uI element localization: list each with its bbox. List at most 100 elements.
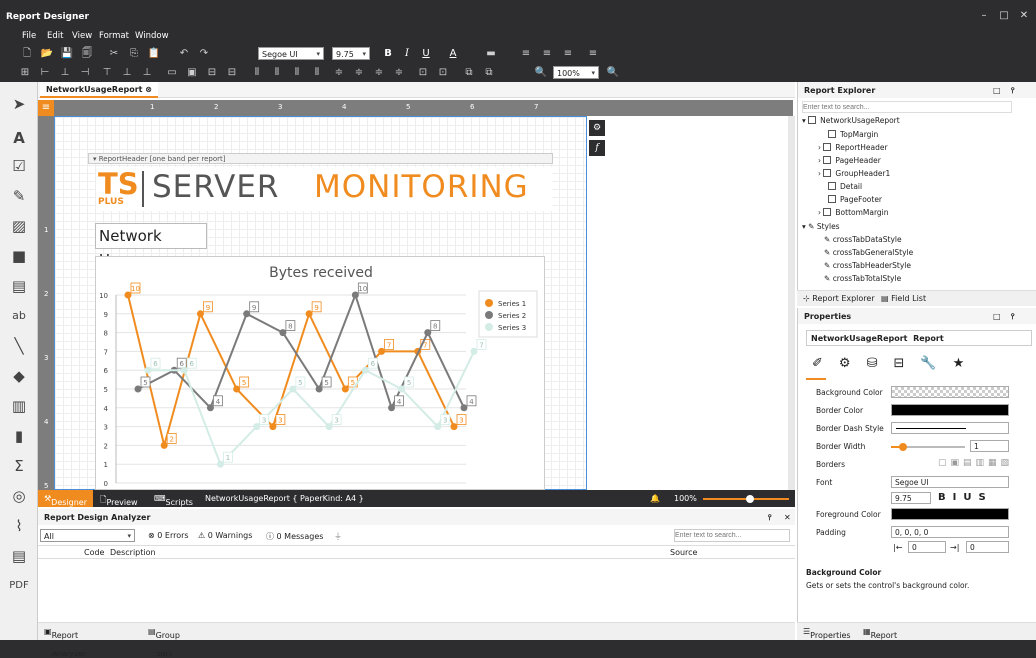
border-width-value[interactable]: 1: [970, 440, 1009, 452]
align-lefts-icon[interactable]: ⊢: [38, 66, 52, 79]
align-center-icon[interactable]: ≡: [540, 47, 554, 60]
favorites-icon[interactable]: ★: [953, 356, 981, 371]
foreground-color-value[interactable]: [891, 508, 1009, 520]
font-combo[interactable]: Segoe UI ▾: [258, 47, 324, 60]
ruler-menu-icon[interactable]: ≡: [38, 100, 54, 116]
zoom-slider-thumb[interactable]: [746, 495, 754, 503]
vert-spacing-dec-icon[interactable]: ≑: [372, 66, 386, 79]
font-size-combo[interactable]: 9.75 ▾: [332, 47, 370, 60]
minimize-button[interactable]: –: [974, 10, 994, 24]
band-header[interactable]: ▾ ReportHeader [one band per report]: [88, 153, 553, 164]
bell-icon[interactable]: 🔔: [650, 494, 660, 503]
underline-button[interactable]: U: [419, 47, 433, 60]
tab-networkusagereport[interactable]: NetworkUsageReport ⊗: [40, 82, 158, 98]
function-icon[interactable]: f: [589, 140, 605, 156]
cut-icon[interactable]: ✂: [107, 47, 121, 60]
save-all-icon[interactable]: 🗐: [80, 47, 94, 60]
align-rights-icon[interactable]: ⊣: [78, 66, 92, 79]
size-to-grid-icon[interactable]: ▭: [165, 66, 179, 79]
picture-box-icon[interactable]: ▨: [9, 216, 29, 236]
bring-front-icon[interactable]: ⧉: [462, 66, 476, 79]
tab-analyzer[interactable]: ▣ Report Design Analyzer: [44, 627, 86, 658]
pin-icon[interactable]: ⫯: [1011, 86, 1014, 96]
gauge-icon[interactable]: ◎: [9, 486, 29, 506]
vertical-scrollbar[interactable]: [788, 116, 795, 490]
italic-button[interactable]: I: [400, 47, 414, 60]
justify-icon[interactable]: ≡: [586, 47, 600, 60]
data-icon[interactable]: ⛁: [867, 356, 894, 371]
tree-style-item[interactable]: ✎ crossTabDataStyle: [824, 235, 902, 244]
close-button[interactable]: ✕: [1014, 10, 1034, 24]
panel-icon[interactable]: ■: [9, 246, 29, 266]
center-horiz-icon[interactable]: ⊡: [416, 66, 430, 79]
save-icon[interactable]: 💾: [60, 47, 74, 60]
logo[interactable]: TS PLUS SERVER MONITORING: [96, 167, 552, 211]
align-right-icon[interactable]: ≡: [561, 47, 575, 60]
chart-control[interactable]: Bytes received 10 9 8 7 6 5 4 3 2 1 0 10 2 9 5 3 9 5 7 7 3 5 6…: [95, 256, 545, 490]
pin-icon[interactable]: ⫯: [1011, 312, 1014, 322]
new-icon[interactable]: 🗋: [20, 47, 34, 60]
horiz-spacing-remove-icon[interactable]: ⫴: [310, 66, 324, 79]
zoom-out-icon[interactable]: 🔍: [534, 66, 548, 79]
tree-style-item[interactable]: ✎ crossTabGeneralStyle: [824, 248, 913, 257]
col-code[interactable]: Code: [84, 548, 104, 557]
tree-item[interactable]: PageFooter: [828, 195, 882, 204]
summary-icon[interactable]: Σ: [9, 456, 29, 476]
tab-field-list[interactable]: ▤ Field List: [881, 294, 926, 303]
border-width-slider[interactable]: [891, 443, 965, 451]
col-source[interactable]: Source: [670, 548, 697, 557]
open-icon[interactable]: 📂: [40, 47, 54, 60]
subreport-icon[interactable]: ▤: [9, 546, 29, 566]
align-tops-icon[interactable]: ⊤: [100, 66, 114, 79]
copy-icon[interactable]: ⎘: [127, 47, 141, 60]
label-icon[interactable]: A: [9, 128, 29, 148]
line-icon[interactable]: ╲: [9, 336, 29, 356]
zoom-in-icon[interactable]: 🔍: [606, 66, 620, 79]
align-grid-icon[interactable]: ⊞: [18, 66, 32, 79]
restore-icon[interactable]: □: [993, 86, 1001, 95]
tree-root[interactable]: ▾ NetworkUsageReport: [802, 116, 900, 125]
tree-item[interactable]: › GroupHeader1: [818, 169, 890, 178]
tree-styles[interactable]: ▾ ✎ Styles: [802, 222, 840, 231]
menu-edit[interactable]: Edit: [47, 31, 63, 41]
font-color-button[interactable]: A: [446, 47, 460, 60]
font-name-value[interactable]: Segoe UI: [891, 476, 1009, 488]
horiz-spacing-inc-icon[interactable]: ⫴: [270, 66, 284, 79]
object-selector[interactable]: NetworkUsageReport Report: [806, 330, 1032, 346]
tab-scripts[interactable]: ⌨ Scripts: [154, 494, 193, 507]
character-comb-icon[interactable]: ab: [9, 306, 29, 326]
clear-filter-icon[interactable]: ⏚: [334, 531, 342, 542]
menu-file[interactable]: File: [22, 31, 36, 41]
align-middles-icon[interactable]: ⊥: [120, 66, 134, 79]
font-style-buttons[interactable]: BIUS: [938, 492, 993, 503]
zoom-combo[interactable]: 100% ▾: [553, 66, 599, 79]
center-vert-icon[interactable]: ⊡: [436, 66, 450, 79]
tree-item[interactable]: TopMargin: [828, 130, 878, 139]
horiz-spacing-dec-icon[interactable]: ⫴: [290, 66, 304, 79]
wrench-icon[interactable]: 🔧: [920, 356, 952, 371]
send-back-icon[interactable]: ⧉: [482, 66, 496, 79]
pdf-icon[interactable]: PDF: [9, 576, 29, 596]
maximize-button[interactable]: □: [994, 10, 1014, 24]
align-centers-icon[interactable]: ⊥: [58, 66, 72, 79]
gear-icon[interactable]: ⚙: [589, 120, 605, 136]
checkbox-icon[interactable]: ☑: [9, 156, 29, 176]
menu-view[interactable]: View: [72, 31, 92, 41]
rich-text-icon[interactable]: ✎: [9, 186, 29, 206]
borders-picker[interactable]: ▢▣▤▥▦▧: [938, 458, 1013, 468]
horiz-spacing-icon[interactable]: ⫴: [250, 66, 264, 79]
explorer-search-input[interactable]: [802, 101, 1012, 113]
back-color-icon[interactable]: ▬: [484, 47, 498, 60]
tree-item[interactable]: › BottomMargin: [818, 208, 889, 217]
col-description[interactable]: Description: [110, 548, 156, 557]
vert-spacing-remove-icon[interactable]: ≑: [392, 66, 406, 79]
padding-right-value[interactable]: 0: [966, 541, 1009, 553]
menu-format[interactable]: Format: [99, 31, 129, 41]
shape-icon[interactable]: ◆: [9, 366, 29, 386]
bold-button[interactable]: B: [381, 47, 395, 60]
redo-icon[interactable]: ↷: [197, 47, 211, 60]
restore-icon[interactable]: □: [993, 312, 1001, 321]
close-icon[interactable]: ⊗: [145, 85, 152, 94]
tree-item[interactable]: › ReportHeader: [818, 143, 888, 152]
align-bottoms-icon[interactable]: ⊥: [140, 66, 154, 79]
